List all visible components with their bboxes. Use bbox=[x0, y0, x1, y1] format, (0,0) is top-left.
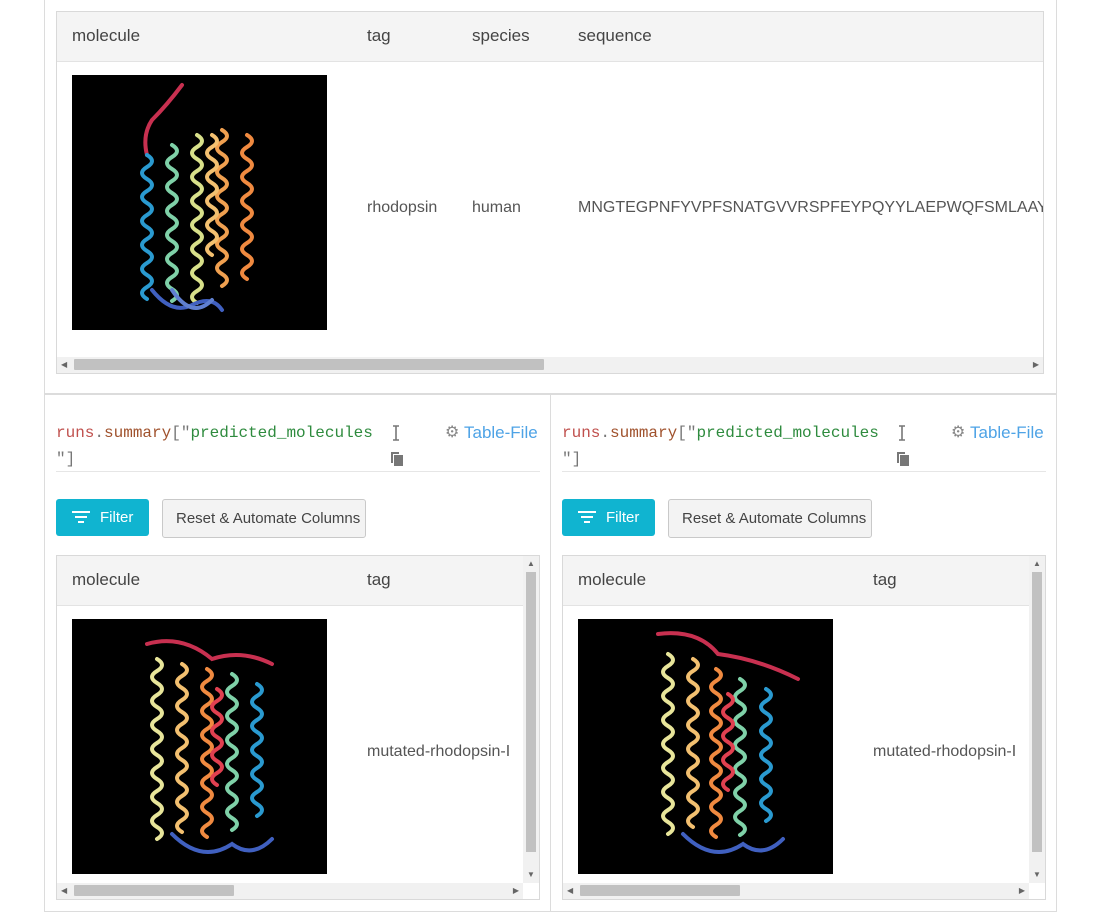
header-sequence[interactable]: sequence bbox=[578, 26, 652, 46]
scroll-down-icon[interactable]: ▼ bbox=[1033, 870, 1041, 880]
cell-sequence: MNGTEGPNFYVPFSNATGVVRSPFEYPQYYLAEPWQFSML… bbox=[578, 199, 1044, 216]
scroll-left-icon[interactable]: ◀ bbox=[61, 886, 67, 896]
scroll-left-icon[interactable]: ◀ bbox=[61, 360, 67, 370]
filter-icon bbox=[72, 511, 90, 528]
table-header: molecule tag species sequence bbox=[57, 12, 1043, 62]
scrollbar-thumb[interactable] bbox=[74, 359, 544, 370]
header-molecule[interactable]: molecule bbox=[72, 570, 140, 590]
gear-icon[interactable]: ⚙ bbox=[951, 422, 965, 442]
horizontal-scrollbar[interactable]: ◀ ▶ bbox=[57, 357, 1043, 373]
top-table: molecule tag species sequence rhodopsin … bbox=[56, 11, 1044, 374]
panel-key-end: "] bbox=[562, 450, 582, 468]
scroll-left-icon[interactable]: ◀ bbox=[567, 886, 573, 896]
cell-tag: mutated-rhodopsin-I bbox=[367, 743, 511, 760]
table-header: molecule tag bbox=[563, 556, 1029, 606]
panel-key: runs.summary["predicted_molecules bbox=[562, 424, 879, 442]
reset-automate-columns-button[interactable]: Reset & Automate Columns bbox=[162, 499, 366, 538]
scroll-up-icon[interactable]: ▲ bbox=[1033, 559, 1041, 569]
divider bbox=[56, 471, 540, 472]
vertical-scrollbar[interactable]: ▲ ▼ bbox=[1029, 556, 1045, 883]
panel-key: runs.summary["predicted_molecules bbox=[56, 424, 373, 442]
filter-button[interactable]: Filter bbox=[56, 499, 149, 536]
scroll-right-icon[interactable]: ▶ bbox=[1033, 360, 1039, 370]
table-header: molecule tag bbox=[57, 556, 523, 606]
reset-automate-columns-button[interactable]: Reset & Automate Columns bbox=[668, 499, 872, 538]
scroll-down-icon[interactable]: ▼ bbox=[527, 870, 535, 880]
copy-icon[interactable] bbox=[390, 451, 404, 470]
table-file-link[interactable]: Table-File bbox=[464, 423, 538, 443]
molecule-image[interactable] bbox=[72, 75, 327, 330]
scrollbar-thumb[interactable] bbox=[1032, 572, 1042, 852]
scroll-up-icon[interactable]: ▲ bbox=[527, 559, 535, 569]
panel-left: runs.summary["predicted_molecules "] ⚙ T… bbox=[44, 394, 551, 912]
horizontal-scrollbar[interactable]: ◀ ▶ bbox=[57, 883, 523, 899]
divider bbox=[562, 471, 1046, 472]
copy-icon[interactable] bbox=[896, 451, 910, 470]
header-tag[interactable]: tag bbox=[873, 570, 897, 590]
scrollbar-thumb[interactable] bbox=[74, 885, 234, 896]
panel-right: runs.summary["predicted_molecules "] ⚙ T… bbox=[550, 394, 1057, 912]
cell-species: human bbox=[472, 199, 521, 216]
filter-button[interactable]: Filter bbox=[562, 499, 655, 536]
header-species[interactable]: species bbox=[472, 26, 530, 46]
scroll-right-icon[interactable]: ▶ bbox=[1019, 886, 1025, 896]
cell-tag: mutated-rhodopsin-I bbox=[873, 743, 1017, 760]
header-molecule[interactable]: molecule bbox=[578, 570, 646, 590]
scroll-right-icon[interactable]: ▶ bbox=[513, 886, 519, 896]
vertical-scrollbar[interactable]: ▲ ▼ bbox=[523, 556, 539, 883]
panel-key-end: "] bbox=[56, 450, 76, 468]
scrollbar-thumb[interactable] bbox=[526, 572, 536, 852]
header-tag[interactable]: tag bbox=[367, 570, 391, 590]
horizontal-scrollbar[interactable]: ◀ ▶ bbox=[563, 883, 1029, 899]
scrollbar-thumb[interactable] bbox=[580, 885, 740, 896]
header-tag[interactable]: tag bbox=[367, 26, 391, 46]
results-table: molecule tag mutated-rhodopsin-I ▲ ▼ ◀ ▶ bbox=[56, 555, 540, 900]
molecule-image[interactable] bbox=[578, 619, 833, 874]
table-file-link[interactable]: Table-File bbox=[970, 423, 1044, 443]
results-table: molecule tag mutated-rhodopsin-I ▲ ▼ ◀ ▶ bbox=[562, 555, 1046, 900]
text-cursor-icon[interactable] bbox=[391, 425, 401, 444]
gear-icon[interactable]: ⚙ bbox=[445, 422, 459, 442]
cell-tag: rhodopsin bbox=[367, 199, 438, 216]
text-cursor-icon[interactable] bbox=[897, 425, 907, 444]
header-molecule[interactable]: molecule bbox=[72, 26, 140, 46]
filter-icon bbox=[578, 511, 596, 528]
molecule-image[interactable] bbox=[72, 619, 327, 874]
